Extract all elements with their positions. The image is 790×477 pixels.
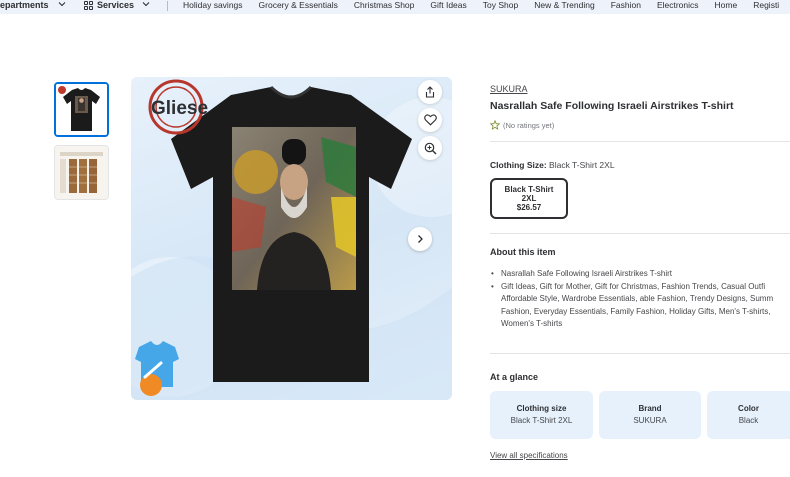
chevron-down-icon[interactable] xyxy=(142,0,150,10)
size-option-price: $26.57 xyxy=(516,203,542,212)
top-nav: epartments Services Holiday savings Groc… xyxy=(0,0,790,14)
next-image-button[interactable] xyxy=(408,227,432,251)
glance-card-label: Color xyxy=(738,404,759,413)
nav-link-gift-ideas[interactable]: Gift Ideas xyxy=(430,0,466,10)
gliese-watermark-text: Gliese xyxy=(151,98,208,119)
nav-link-grocery[interactable]: Grocery & Essentials xyxy=(259,0,338,10)
nav-divider xyxy=(167,1,168,11)
divider xyxy=(490,141,790,142)
glance-card-value: Black T-Shirt 2XL xyxy=(510,416,573,425)
nav-link-home[interactable]: Home xyxy=(715,0,738,10)
shirt-thumbnail-image xyxy=(56,84,107,135)
thumbnail-size-chart[interactable] xyxy=(54,145,109,200)
chevron-right-icon xyxy=(418,235,423,243)
nav-link-christmas-shop[interactable]: Christmas Shop xyxy=(354,0,414,10)
glance-card-brand: Brand SUKURA xyxy=(599,391,701,439)
about-item: Gift Ideas, Gift for Mother, Gift for Ch… xyxy=(491,281,790,331)
nav-link-holiday-savings[interactable]: Holiday savings xyxy=(183,0,243,10)
size-option-size: 2XL xyxy=(521,194,537,203)
glance-card-clothing-size: Clothing size Black T-Shirt 2XL xyxy=(490,391,593,439)
glance-card-value: SUKURA xyxy=(633,416,667,425)
main-product-image[interactable]: Gliese xyxy=(131,77,452,400)
brand-link[interactable]: SUKURA xyxy=(490,84,528,94)
glance-card-label: Clothing size xyxy=(516,404,567,413)
grid-icon xyxy=(84,1,93,10)
glance-card-color: Color Black xyxy=(707,391,790,439)
about-list: Nasrallah Safe Following Israeli Airstri… xyxy=(491,268,790,331)
size-option-black-2xl[interactable]: Black T-Shirt 2XL $26.57 xyxy=(490,178,568,219)
about-heading: About this item xyxy=(490,247,556,257)
zoom-in-icon xyxy=(424,142,436,154)
star-icon xyxy=(490,120,500,130)
nav-link-registry[interactable]: Registi xyxy=(753,0,779,10)
heart-icon xyxy=(423,114,437,126)
chevron-down-icon[interactable] xyxy=(58,0,66,10)
glance-card-label: Brand xyxy=(638,404,662,413)
thumbnail-shirt[interactable] xyxy=(54,82,109,137)
rating-text: (No ratings yet) xyxy=(503,120,555,130)
share-icon xyxy=(425,86,435,98)
nav-link-fashion[interactable]: Fashion xyxy=(611,0,641,10)
departments-menu[interactable]: epartments xyxy=(0,0,49,10)
zoom-button[interactable] xyxy=(418,136,442,160)
nav-link-toy-shop[interactable]: Toy Shop xyxy=(483,0,518,10)
size-option-name: Black T-Shirt xyxy=(504,185,554,194)
clothing-size-label: Clothing Size: Black T-Shirt 2XL xyxy=(490,160,615,170)
glance-card-value: Black xyxy=(738,416,759,425)
divider xyxy=(490,353,790,354)
clothing-size-value: Black T-Shirt 2XL xyxy=(549,160,615,170)
clothing-size-key: Clothing Size: xyxy=(490,160,547,170)
size-chart-thumbnail-image xyxy=(55,146,108,199)
rating-row[interactable]: (No ratings yet) xyxy=(490,120,554,130)
tshirt-image: Gliese xyxy=(131,79,452,400)
product-title: Nasrallah Safe Following Israeli Airstri… xyxy=(490,100,734,112)
divider xyxy=(490,233,790,234)
nav-links: Holiday savings Grocery & Essentials Chr… xyxy=(183,0,790,10)
nav-link-new-trending[interactable]: New & Trending xyxy=(534,0,594,10)
favorite-button[interactable] xyxy=(418,108,442,132)
nav-link-electronics[interactable]: Electronics xyxy=(657,0,699,10)
services-menu[interactable]: Services xyxy=(97,0,134,10)
view-all-specifications-link[interactable]: View all specifications xyxy=(490,451,568,460)
about-item: Nasrallah Safe Following Israeli Airstri… xyxy=(491,268,790,281)
share-button[interactable] xyxy=(418,80,442,104)
at-a-glance-heading: At a glance xyxy=(490,372,539,382)
